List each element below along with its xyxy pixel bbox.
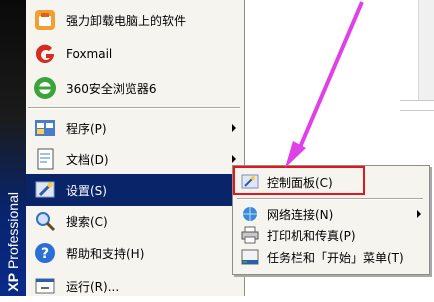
menu-item-label: 360安全浏览器6 [66, 81, 157, 96]
divider [400, 100, 434, 101]
uninstall-icon [32, 7, 58, 33]
banner-text: XP Professional [5, 192, 21, 292]
submenu-separator [237, 198, 423, 200]
network-icon [241, 205, 259, 223]
menu-item-label: 搜索(C) [66, 214, 108, 229]
start-menu: XP Professional 强力卸载电脑上的软件 Foxmail 360安全… [0, 0, 245, 296]
start-menu-banner: XP Professional [0, 0, 26, 296]
menu-item-help[interactable]: ? 帮助和支持(H) [26, 237, 244, 269]
menu-item-label: 设置(S) [66, 183, 107, 198]
banner-edition: Professional [5, 192, 21, 270]
search-icon [32, 208, 58, 234]
submenu-item-network[interactable]: 网络连接(N) [233, 203, 429, 225]
menu-item-label: 运行(R)... [66, 279, 120, 294]
submenu-item-taskbar[interactable]: 任务栏和「开始」菜单(T) [233, 246, 429, 268]
menu-item-360-browser[interactable]: 360安全浏览器6 [26, 72, 244, 104]
submenu-arrow-icon [232, 124, 236, 132]
submenu-item-printers[interactable]: 打印机和传真(P) [233, 224, 429, 246]
menu-item-search[interactable]: 搜索(C) [26, 205, 244, 237]
foxmail-icon [32, 41, 58, 67]
menu-item-label: Foxmail [66, 47, 113, 61]
taskbar-icon [241, 248, 259, 266]
submenu-arrow-icon [232, 155, 236, 163]
menu-item-label: 文档(D) [66, 152, 109, 167]
submenu-arrow-icon [417, 210, 421, 218]
window-scrollbar[interactable] [418, 0, 434, 100]
highlight-box [233, 166, 365, 195]
documents-icon [32, 146, 58, 172]
menu-item-documents[interactable]: 文档(D) [26, 143, 244, 175]
svg-text:?: ? [41, 246, 49, 262]
menu-item-foxmail[interactable]: Foxmail [26, 38, 244, 70]
menu-item-uninstaller[interactable]: 强力卸载电脑上的软件 [26, 4, 244, 36]
menu-item-label: 程序(P) [66, 121, 107, 136]
menu-item-settings[interactable]: 设置(S) [26, 174, 244, 206]
divider [400, 110, 434, 111]
submenu-item-label: 网络连接(N) [267, 207, 334, 222]
printer-icon [241, 226, 259, 244]
submenu-item-label: 打印机和传真(P) [267, 228, 356, 243]
menu-item-run[interactable]: 运行(R)... [26, 270, 244, 302]
run-icon [32, 273, 58, 299]
menu-item-programs[interactable]: 程序(P) [26, 112, 244, 144]
menu-item-label: 帮助和支持(H) [66, 246, 145, 261]
start-menu-items: 强力卸载电脑上的软件 Foxmail 360安全浏览器6 程序(P) 文档(D)… [26, 0, 244, 296]
360-browser-icon [32, 75, 58, 101]
programs-icon [32, 115, 58, 141]
menu-separator [28, 107, 240, 109]
help-icon: ? [32, 240, 58, 266]
banner-xp: XP [5, 273, 21, 292]
settings-icon [32, 177, 58, 203]
submenu-item-label: 任务栏和「开始」菜单(T) [267, 250, 404, 265]
menu-item-label: 强力卸载电脑上的软件 [66, 13, 187, 28]
